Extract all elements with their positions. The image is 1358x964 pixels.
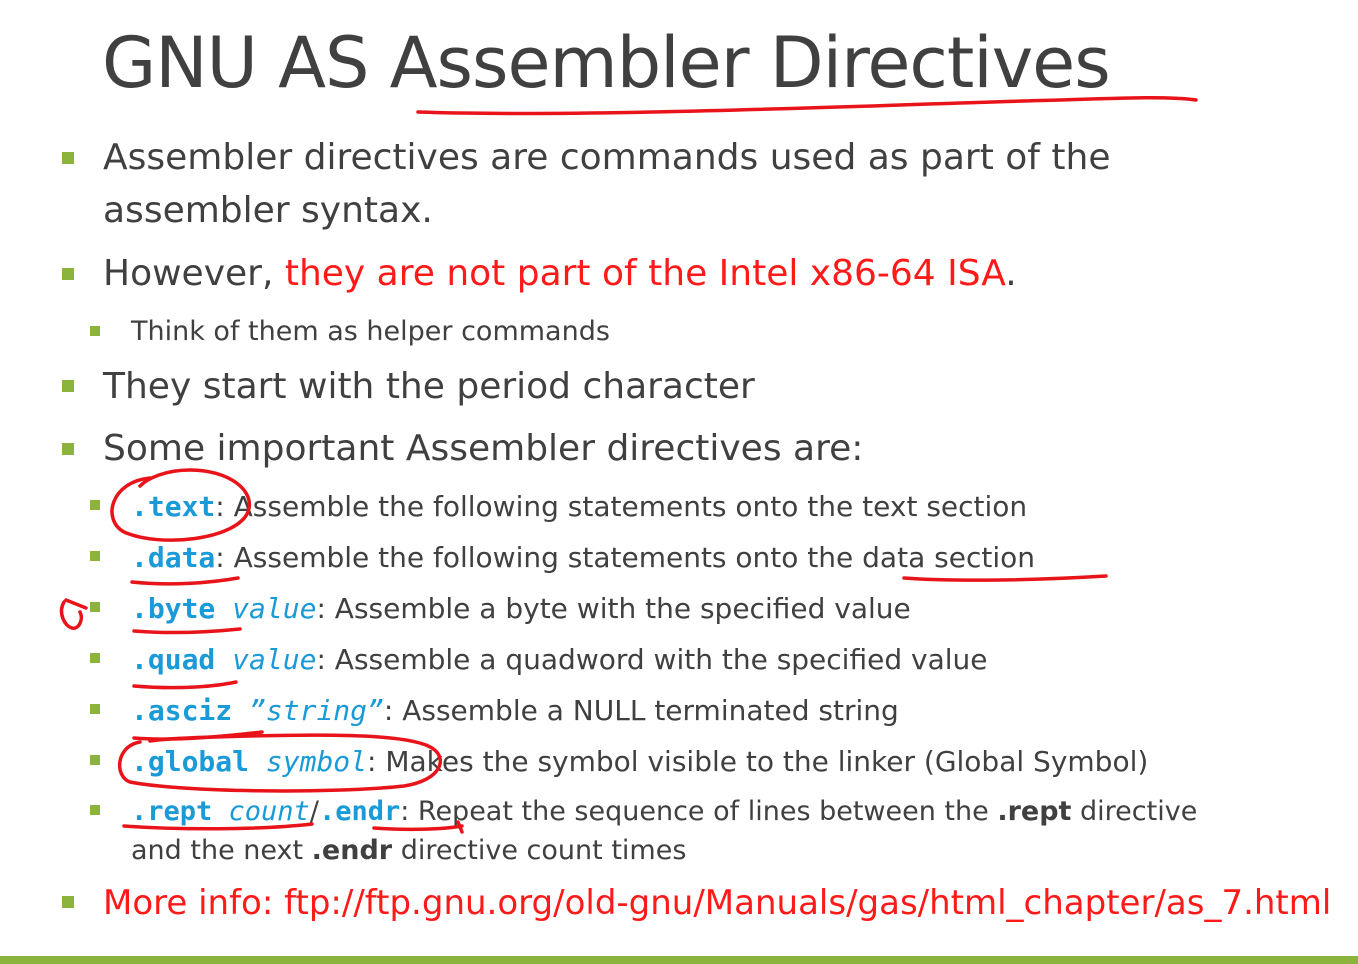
bullet-4: Some important Assembler directives are: bbox=[103, 428, 864, 469]
byte-checkmark bbox=[59, 598, 88, 630]
directive-rept-line-2: and the next .endr directive count times bbox=[131, 831, 686, 871]
bullet-2-prefix: However, bbox=[103, 253, 285, 294]
bullet-marker bbox=[62, 896, 74, 908]
bullet-marker bbox=[62, 268, 74, 280]
directive-sep: : bbox=[316, 592, 326, 625]
sub-bullet-marker bbox=[90, 755, 100, 765]
directive-code: .data bbox=[131, 541, 216, 574]
directive-sep: : bbox=[215, 490, 225, 523]
directive-desc: : Repeat the sequence of lines between t… bbox=[400, 796, 998, 827]
bullet-2-highlight: they are not part of the Intel x86-64 IS… bbox=[284, 253, 1006, 294]
bullet-2-suffix: . bbox=[1005, 253, 1017, 294]
directive-desc-2: directive bbox=[1071, 796, 1198, 827]
directive-code: .global bbox=[131, 745, 250, 778]
sub-bullet-marker bbox=[90, 653, 100, 663]
rept-line2-b: directive count times bbox=[392, 835, 687, 866]
directive-data: .data: Assemble the following statements… bbox=[131, 538, 1035, 578]
directive-arg: ”string” bbox=[232, 694, 384, 727]
slide: GNU AS Assembler Directives Assembler di… bbox=[0, 0, 1358, 964]
quad-underline bbox=[132, 680, 238, 690]
directive-desc: Assemble the following statements onto t… bbox=[224, 541, 1035, 574]
bullet-marker bbox=[62, 380, 74, 392]
directive-code: .asciz bbox=[131, 694, 233, 727]
sub-bullet-marker bbox=[90, 551, 100, 561]
directive-sep: : bbox=[383, 694, 394, 727]
directive-rept: .rept count/.endr: Repeat the sequence o… bbox=[131, 792, 1197, 832]
bullet-marker bbox=[62, 152, 74, 164]
directive-desc: Makes the symbol visible to the linker (… bbox=[376, 745, 1149, 778]
directive-code: .rept bbox=[131, 796, 213, 827]
bullet-marker bbox=[62, 443, 74, 455]
directive-asciz: .asciz ”string”: Assemble a NULL termina… bbox=[131, 691, 899, 731]
byte-underline bbox=[132, 627, 242, 635]
slide-title: GNU AS Assembler Directives bbox=[102, 22, 1111, 104]
sub-bullet-marker bbox=[90, 500, 100, 510]
sub-bullet-marker bbox=[90, 805, 100, 815]
directive-desc: Assemble the following statements onto t… bbox=[224, 490, 1028, 523]
sub-bullet-marker bbox=[90, 602, 100, 612]
sub-bullet-marker bbox=[90, 704, 100, 714]
directive-code: .byte bbox=[131, 592, 216, 625]
directive-arg: count bbox=[212, 796, 310, 827]
bottom-accent-bar bbox=[0, 956, 1358, 964]
directive-bold-endr: .endr bbox=[311, 835, 393, 866]
directive-code: .text bbox=[131, 490, 216, 523]
directive-arg: symbol bbox=[249, 745, 368, 778]
directive-arg: value bbox=[215, 643, 317, 676]
directive-code: .quad bbox=[131, 643, 216, 676]
directive-desc: Assemble a NULL terminated string bbox=[393, 694, 899, 727]
sub-bullet-helper: Think of them as helper commands bbox=[131, 316, 610, 347]
bullet-1-line-2: assembler syntax. bbox=[103, 190, 433, 231]
sub-bullet-marker bbox=[90, 326, 100, 336]
directive-global: .global symbol: Makes the symbol visible… bbox=[131, 742, 1148, 782]
asciz-underline bbox=[132, 730, 264, 741]
rept-line2-a: and the next bbox=[131, 835, 312, 866]
directive-desc: Assemble a quadword with the specified v… bbox=[325, 643, 988, 676]
bullet-3: They start with the period character bbox=[103, 366, 755, 407]
directive-bold-rept: .rept bbox=[997, 796, 1072, 827]
directive-sep: : bbox=[215, 541, 225, 574]
directive-quad: .quad value: Assemble a quadword with th… bbox=[131, 640, 987, 680]
bullet-2: However, they are not part of the Intel … bbox=[103, 248, 1017, 300]
directive-text: .text: Assemble the following statements… bbox=[131, 487, 1027, 527]
data-underline bbox=[130, 576, 240, 586]
more-info-link[interactable]: More info: ftp://ftp.gnu.org/old-gnu/Man… bbox=[103, 877, 1331, 929]
directive-byte: .byte value: Assemble a byte with the sp… bbox=[131, 589, 911, 629]
directive-slash: / bbox=[309, 796, 319, 827]
directive-desc: Assemble a byte with the specified value bbox=[325, 592, 911, 625]
directive-arg: value bbox=[215, 592, 317, 625]
directive-sep: : bbox=[316, 643, 326, 676]
bullet-1-line-1: Assembler directives are commands used a… bbox=[103, 137, 1111, 178]
directive-code-endr: .endr bbox=[318, 796, 401, 827]
